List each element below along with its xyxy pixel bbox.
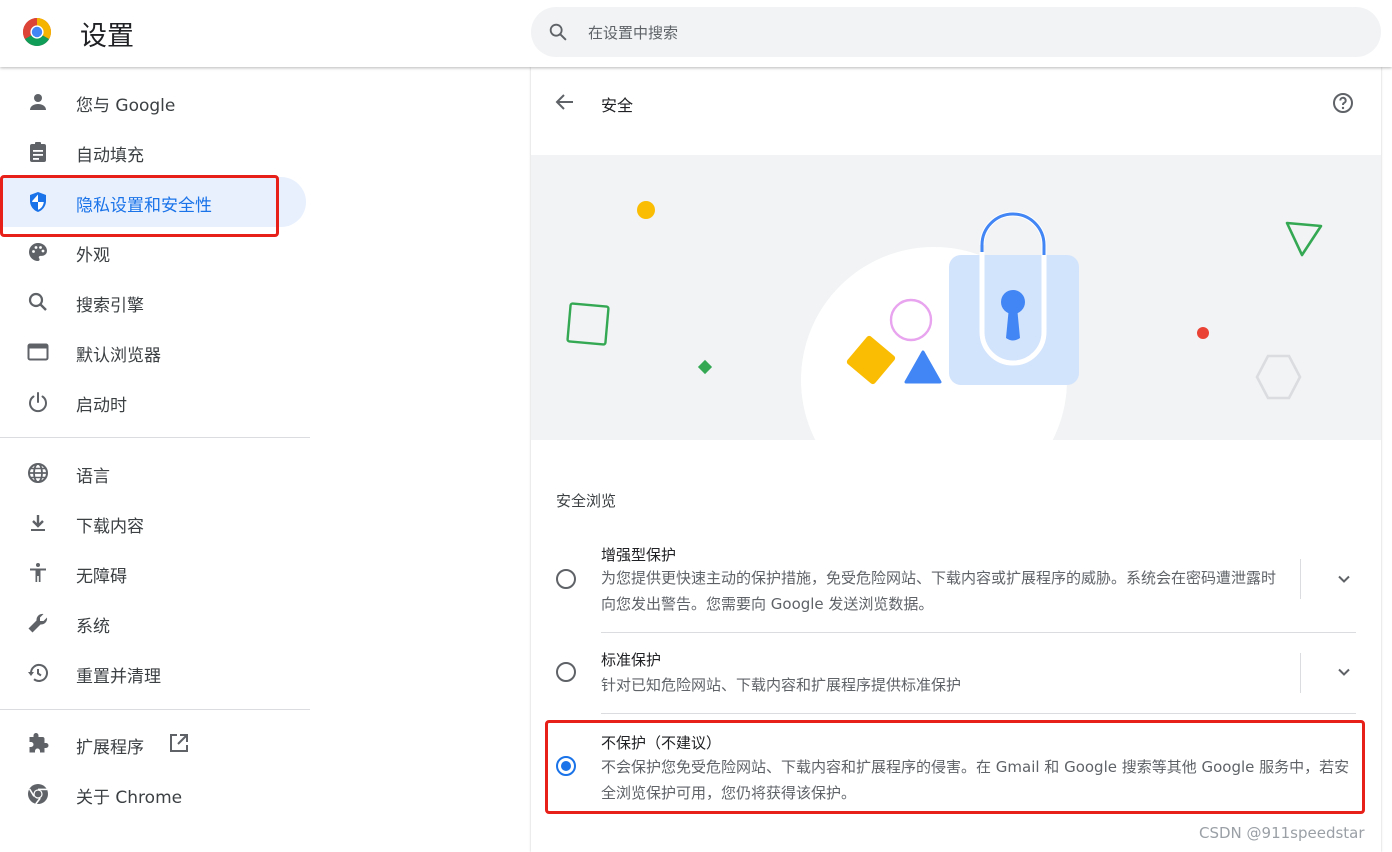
clipboard-icon <box>30 142 46 162</box>
sidebar-item-languages[interactable]: 语言 <box>0 448 306 498</box>
settings-search-box[interactable]: 在设置中搜索 <box>531 7 1381 57</box>
history-icon <box>28 664 48 682</box>
person-icon <box>30 94 46 110</box>
radio-unselected-icon[interactable] <box>555 661 577 683</box>
sidebar-item-default-browser[interactable]: 默认浏览器 <box>0 327 306 377</box>
help-icon[interactable] <box>1331 91 1355 115</box>
sidebar-item-label: 外观 <box>76 246 110 266</box>
option-divider <box>601 632 1356 633</box>
highlight-box <box>545 720 1365 814</box>
sidebar-item-autofill[interactable]: 自动填充 <box>0 127 306 177</box>
option-description: 为您提供更快速主动的保护措施，免受危险网站、下载内容或扩展程序的威胁。系统会在密… <box>601 569 1277 613</box>
app-title: 设置 <box>80 21 134 52</box>
radio-unselected-icon[interactable] <box>555 568 577 590</box>
vertical-separator <box>1300 653 1301 693</box>
wrench-icon <box>28 613 48 633</box>
option-title: 标准保护 <box>601 651 662 669</box>
highlight-box <box>0 175 279 237</box>
sidebar-item-label: 下载内容 <box>76 517 144 537</box>
search-icon <box>549 23 567 41</box>
browser-window-icon <box>27 343 49 361</box>
open-in-new-icon <box>170 734 188 752</box>
top-bar: 设置 在设置中搜索 <box>0 0 1392 67</box>
option-enhanced-protection[interactable]: 增强型保护 为您提供更快速主动的保护措施，免受危险网站、下载内容或扩展程序的威胁… <box>531 542 1381 632</box>
option-standard-protection[interactable]: 标准保护 针对已知危险网站、下载内容和扩展程序提供标准保护 <box>531 647 1381 707</box>
sidebar-item-label: 启动时 <box>76 396 127 416</box>
sidebar-item-you-and-google[interactable]: 您与 Google <box>0 77 306 127</box>
option-divider <box>601 713 1356 714</box>
sidebar-item-label: 重置并清理 <box>76 667 161 687</box>
puzzle-icon <box>29 733 49 753</box>
sidebar-item-reset-cleanup[interactable]: 重置并清理 <box>0 648 306 698</box>
chevron-down-icon[interactable] <box>1333 661 1355 683</box>
sidebar-divider <box>0 709 310 710</box>
option-description: 针对已知危险网站、下载内容和扩展程序提供标准保护 <box>601 676 962 694</box>
watermark-text: CSDN @911speedstar <box>1199 824 1365 842</box>
sidebar-item-search-engine[interactable]: 搜索引擎 <box>0 277 306 327</box>
card-header: 安全 <box>531 67 1381 155</box>
vertical-separator <box>1300 559 1301 599</box>
back-arrow-icon[interactable] <box>553 90 577 114</box>
sidebar-item-extensions[interactable]: 扩展程序 <box>0 719 306 769</box>
sidebar-item-on-startup[interactable]: 启动时 <box>0 377 306 427</box>
search-input[interactable]: 在设置中搜索 <box>588 22 678 43</box>
illustration-graphic <box>566 201 1323 440</box>
power-icon <box>29 392 47 413</box>
palette-icon <box>28 243 47 261</box>
sidebar-item-label: 关于 Chrome <box>76 788 183 808</box>
sidebar-item-label: 扩展程序 <box>76 738 144 758</box>
sidebar-item-label: 搜索引擎 <box>76 296 144 316</box>
sidebar-item-label: 语言 <box>76 467 110 487</box>
option-title: 增强型保护 <box>601 546 677 564</box>
download-icon <box>31 515 45 531</box>
chrome-icon <box>28 784 48 805</box>
page-title: 安全 <box>601 96 634 115</box>
sidebar-item-about-chrome[interactable]: 关于 Chrome <box>0 769 306 819</box>
sidebar-item-accessibility[interactable]: 无障碍 <box>0 548 306 598</box>
search-icon <box>28 292 47 311</box>
sidebar-item-downloads[interactable]: 下载内容 <box>0 498 306 548</box>
chevron-down-icon[interactable] <box>1333 568 1355 590</box>
sidebar-item-label: 您与 Google <box>76 96 176 116</box>
chrome-logo-icon <box>23 18 51 46</box>
section-title-safe-browsing: 安全浏览 <box>556 492 617 510</box>
sidebar-divider <box>0 437 310 438</box>
sidebar-item-label: 系统 <box>76 617 110 637</box>
sidebar-item-label: 无障碍 <box>76 567 127 587</box>
sidebar-item-label: 默认浏览器 <box>76 346 161 366</box>
globe-icon <box>28 463 48 483</box>
sidebar-item-system[interactable]: 系统 <box>0 598 306 648</box>
sidebar-item-label: 自动填充 <box>76 146 144 166</box>
accessibility-icon <box>30 563 46 582</box>
security-illustration <box>531 155 1381 440</box>
